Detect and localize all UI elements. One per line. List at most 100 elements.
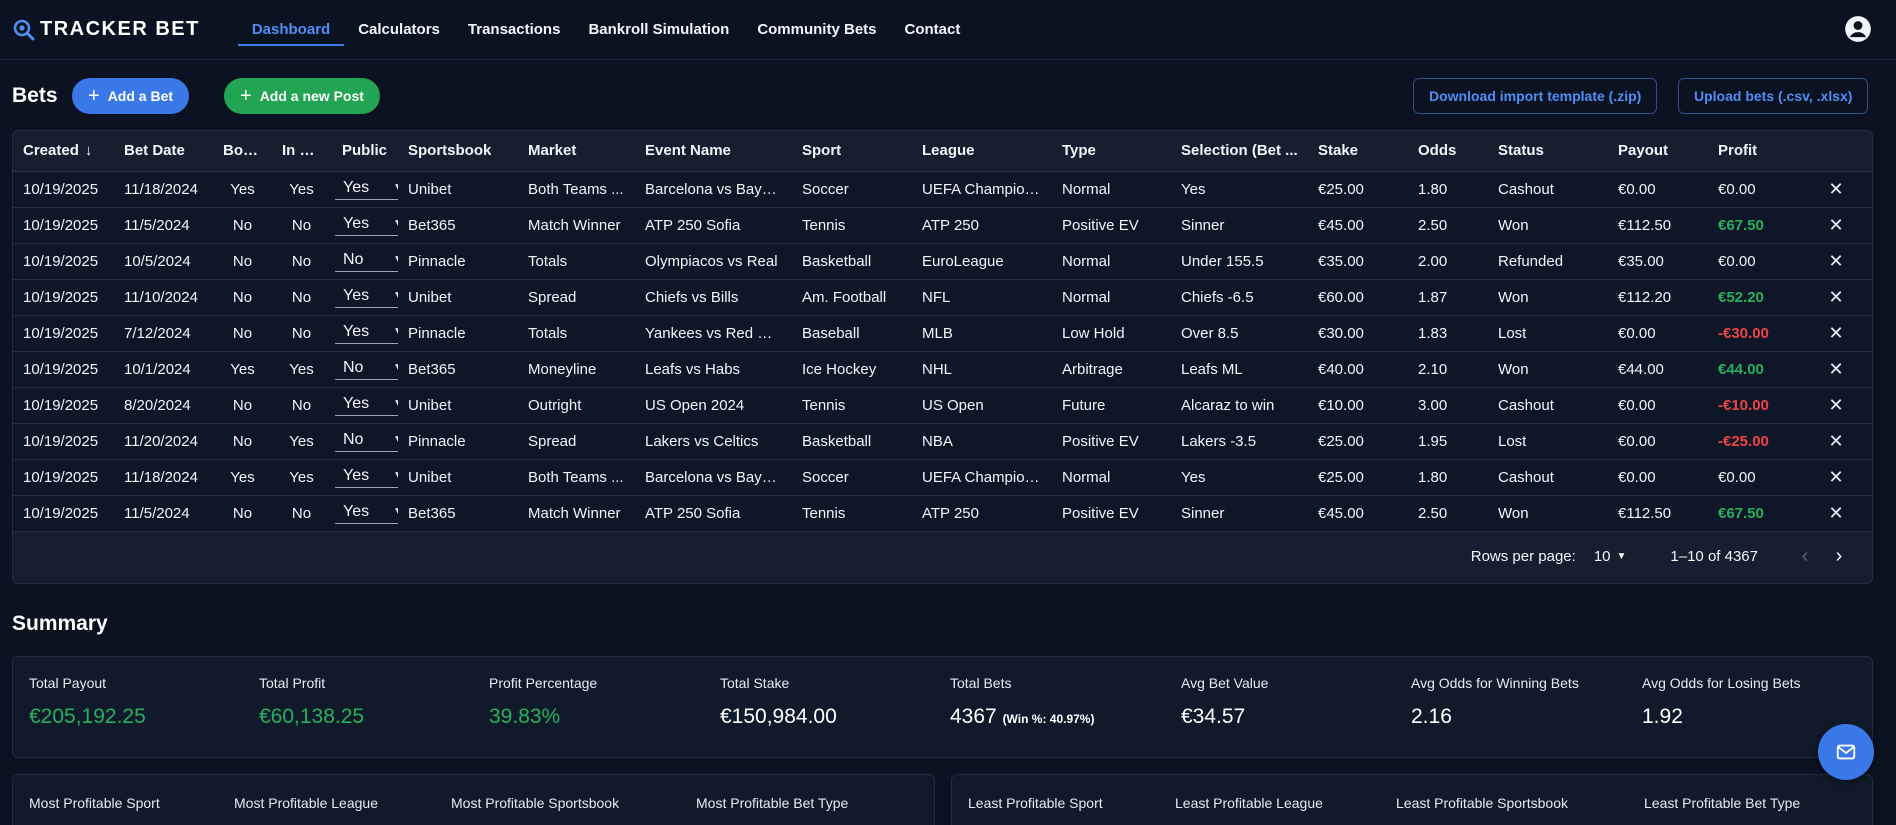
col-status[interactable]: Status [1488,131,1608,172]
col-bet-date[interactable]: Bet Date [114,131,213,172]
cell-profit: €0.00 [1708,171,1798,208]
col-market[interactable]: Market [518,131,635,172]
brand-logo[interactable]: TRACKER BET [12,18,200,42]
cell-payout: €0.00 [1608,387,1708,424]
public-select-value: Yes [343,214,370,232]
close-icon[interactable]: ✕ [1798,495,1872,532]
col-league[interactable]: League [912,131,1052,172]
account-button[interactable] [1844,15,1872,47]
col-sportsbook[interactable]: Sportsbook [398,131,518,172]
col-stake[interactable]: Stake [1308,131,1408,172]
cell-created: 10/19/2025 [13,279,114,316]
public-select[interactable]: Yes ▼ [335,179,398,200]
table-row[interactable]: 10/19/202511/5/2024NoNoYes▼Bet365Match W… [13,495,1872,532]
table-row[interactable]: 10/19/202510/5/2024NoNoNo▼PinnacleTotals… [13,243,1872,280]
public-select[interactable]: Yes ▼ [335,503,398,524]
public-select[interactable]: Yes ▼ [335,287,398,308]
close-icon[interactable]: ✕ [1798,171,1872,208]
col-created[interactable]: Created ↓ [13,131,114,172]
bets-table-body: 10/19/202511/18/2024YesYesYes▼UnibetBoth… [13,171,1872,532]
nav-dashboard[interactable]: Dashboard [237,0,345,59]
cell-event-name: ATP 250 Sofia [635,495,792,532]
next-page-button[interactable]: › [1822,545,1856,568]
cell-selection: Over 8.5 [1171,315,1308,352]
close-icon[interactable]: ✕ [1798,207,1872,244]
cell-created: 10/19/2025 [13,207,114,244]
cell-league: EuroLeague [912,243,1052,280]
table-row[interactable]: 10/19/20258/20/2024NoNoYes▼UnibetOutrigh… [13,387,1872,424]
close-icon[interactable]: ✕ [1798,315,1872,352]
caret-down-icon: ▼ [393,470,398,481]
public-select-value: Yes [343,322,370,340]
public-select-value: Yes [343,466,370,484]
table-row[interactable]: 10/19/202511/18/2024YesYesYes▼UnibetBoth… [13,171,1872,208]
upload-bets-button[interactable]: Upload bets (.csv, .xlsx) [1678,78,1869,114]
download-template-button[interactable]: Download import template (.zip) [1413,78,1658,114]
nav-transactions[interactable]: Transactions [454,0,575,59]
least-profitable-league-label: Least Profitable League [1175,795,1323,811]
summary-card: Total Payout €205,192.25 Total Profit €6… [12,656,1873,758]
public-select-value: No [343,430,364,448]
rows-per-page-select[interactable]: 10 ▼ [1594,548,1627,565]
stat-total-bets: Total Bets 4367 (Win %: 40.97%) [950,675,1094,729]
cell-payout: €0.00 [1608,423,1708,460]
caret-down-icon: ▼ [393,434,398,445]
col-profit[interactable]: Profit [1708,131,1798,172]
table-row[interactable]: 10/19/20257/12/2024NoNoYes▼PinnacleTotal… [13,315,1872,352]
close-icon[interactable]: ✕ [1798,459,1872,496]
contact-fab-button[interactable] [1818,724,1874,780]
table-row[interactable]: 10/19/202511/18/2024YesYesYes▼UnibetBoth… [13,459,1872,496]
col-event-name[interactable]: Event Name [635,131,792,172]
close-icon[interactable]: ✕ [1798,279,1872,316]
col-payout[interactable]: Payout [1608,131,1708,172]
close-icon[interactable]: ✕ [1798,423,1872,460]
cell-odds: 2.50 [1408,495,1488,532]
add-post-button[interactable]: + Add a new Post [224,78,380,114]
plus-icon: + [240,85,252,107]
close-icon[interactable]: ✕ [1798,243,1872,280]
nav-calculators[interactable]: Calculators [344,0,454,59]
cell-stake: €25.00 [1308,423,1408,460]
nav-community-bets[interactable]: Community Bets [743,0,890,59]
close-icon[interactable]: ✕ [1798,387,1872,424]
col-selection[interactable]: Selection (Bet ... [1171,131,1308,172]
public-select[interactable]: No ▼ [335,251,398,272]
cell-payout: €112.50 [1608,207,1708,244]
cell-status: Cashout [1488,171,1608,208]
table-row[interactable]: 10/19/202511/10/2024NoNoYes▼UnibetSpread… [13,279,1872,316]
public-select[interactable]: Yes ▼ [335,395,398,416]
table-row[interactable]: 10/19/202511/5/2024NoNoYes▼Bet365Match W… [13,207,1872,244]
table-row[interactable]: 10/19/202510/1/2024YesYesNo▼Bet365Moneyl… [13,351,1872,388]
cell-public: No ▼ [331,243,398,280]
cell-stake: €30.00 [1308,315,1408,352]
col-public[interactable]: Public [331,131,398,172]
close-icon[interactable]: ✕ [1798,351,1872,388]
col-odds[interactable]: Odds [1408,131,1488,172]
cell-sport: Basketball [792,423,912,460]
public-select[interactable]: Yes ▼ [335,323,398,344]
public-select[interactable]: Yes ▼ [335,215,398,236]
cell-market: Match Winner [518,207,635,244]
cell-bonus: Yes [213,459,272,496]
stat-label: Total Payout [29,675,107,691]
cell-public: Yes ▼ [331,279,398,316]
cell-status: Won [1488,279,1608,316]
arrow-down-icon: ↓ [84,142,93,160]
col-type[interactable]: Type [1052,131,1171,172]
prev-page-button[interactable]: ‹ [1788,545,1822,568]
col-bonus[interactable]: Bonus [213,131,272,172]
table-row[interactable]: 10/19/202511/20/2024NoYesNo▼PinnacleSpre… [13,423,1872,460]
cell-bonus: No [213,495,272,532]
public-select[interactable]: No ▼ [335,359,398,380]
stat-value: €34.57 [1181,705,1246,728]
cell-public: Yes ▼ [331,459,398,496]
public-select[interactable]: No ▼ [335,431,398,452]
least-profitable-bet-type-label: Least Profitable Bet Type [1644,795,1801,811]
add-bet-button[interactable]: + Add a Bet [72,78,190,114]
cell-in-play: No [272,387,331,424]
nav-bankroll-simulation[interactable]: Bankroll Simulation [574,0,743,59]
nav-contact[interactable]: Contact [891,0,975,59]
col-in-play[interactable]: In Pl... [272,131,331,172]
public-select[interactable]: Yes ▼ [335,467,398,488]
col-sport[interactable]: Sport [792,131,912,172]
